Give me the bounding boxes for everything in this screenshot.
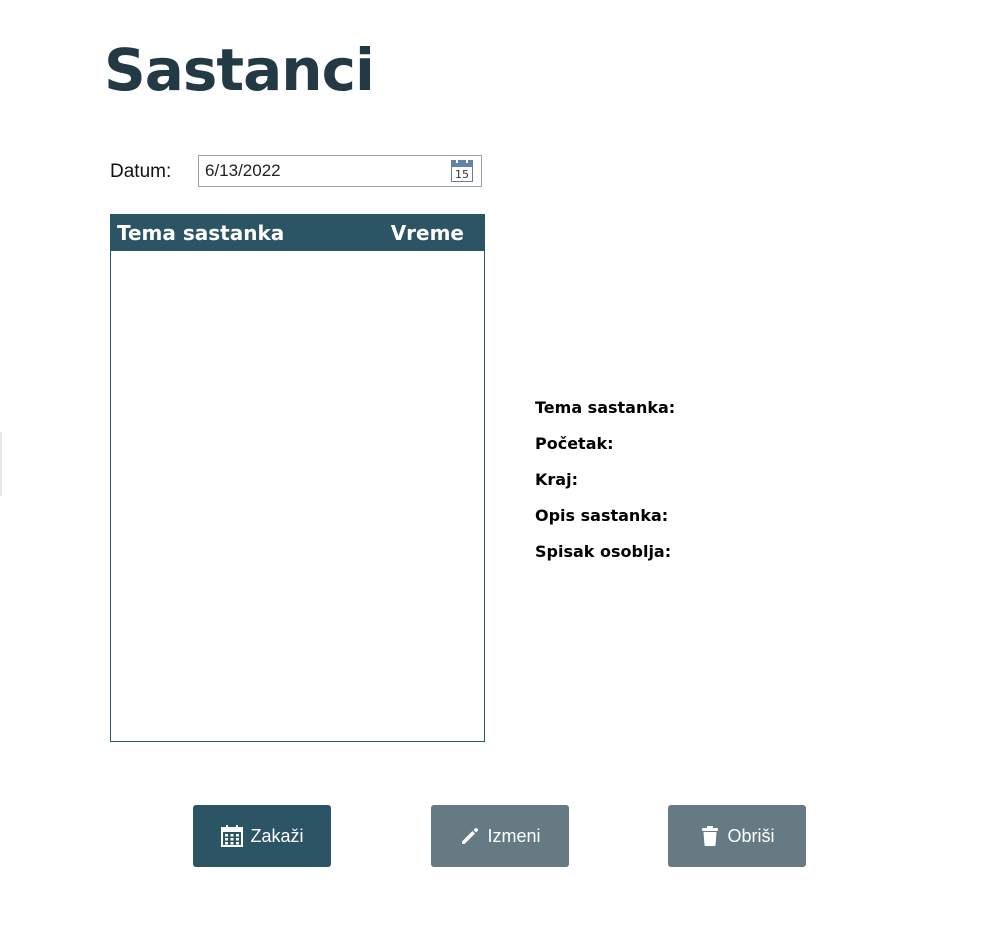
schedule-button[interactable]: Zakaži xyxy=(193,805,331,867)
delete-button-label: Obriši xyxy=(727,825,775,846)
schedule-button-label: Zakaži xyxy=(250,825,304,846)
page-title: Sastanci xyxy=(104,36,375,104)
date-input[interactable]: 6/13/2022 xyxy=(199,156,449,186)
edit-button-label: Izmeni xyxy=(487,825,541,846)
svg-text:15: 15 xyxy=(455,168,469,181)
calendar-icon: 15 xyxy=(451,160,473,182)
detail-description-label: Opis sastanka: xyxy=(535,506,669,525)
meetings-list[interactable]: Tema sastanka Vreme xyxy=(110,214,485,742)
pencil-icon xyxy=(459,825,481,847)
calendar-grid-icon xyxy=(220,824,244,848)
detail-staff-label: Spisak osoblja: xyxy=(535,542,672,561)
detail-end-label: Kraj: xyxy=(535,470,578,489)
date-picker[interactable]: 6/13/2022 15 xyxy=(198,155,482,187)
window-edge xyxy=(0,432,2,496)
detail-start-label: Početak: xyxy=(535,434,614,453)
meetings-list-header: Tema sastanka Vreme xyxy=(111,215,484,251)
column-header-topic[interactable]: Tema sastanka xyxy=(111,221,284,245)
delete-button[interactable]: Obriši xyxy=(668,805,806,867)
meeting-details: Tema sastanka: Početak: Kraj: Opis sasta… xyxy=(535,396,675,576)
edit-button[interactable]: Izmeni xyxy=(431,805,569,867)
detail-topic-label: Tema sastanka: xyxy=(535,398,676,417)
calendar-button[interactable]: 15 xyxy=(449,156,475,186)
trash-icon xyxy=(699,825,721,847)
column-header-time[interactable]: Vreme xyxy=(391,221,484,245)
date-label: Datum: xyxy=(110,161,172,182)
